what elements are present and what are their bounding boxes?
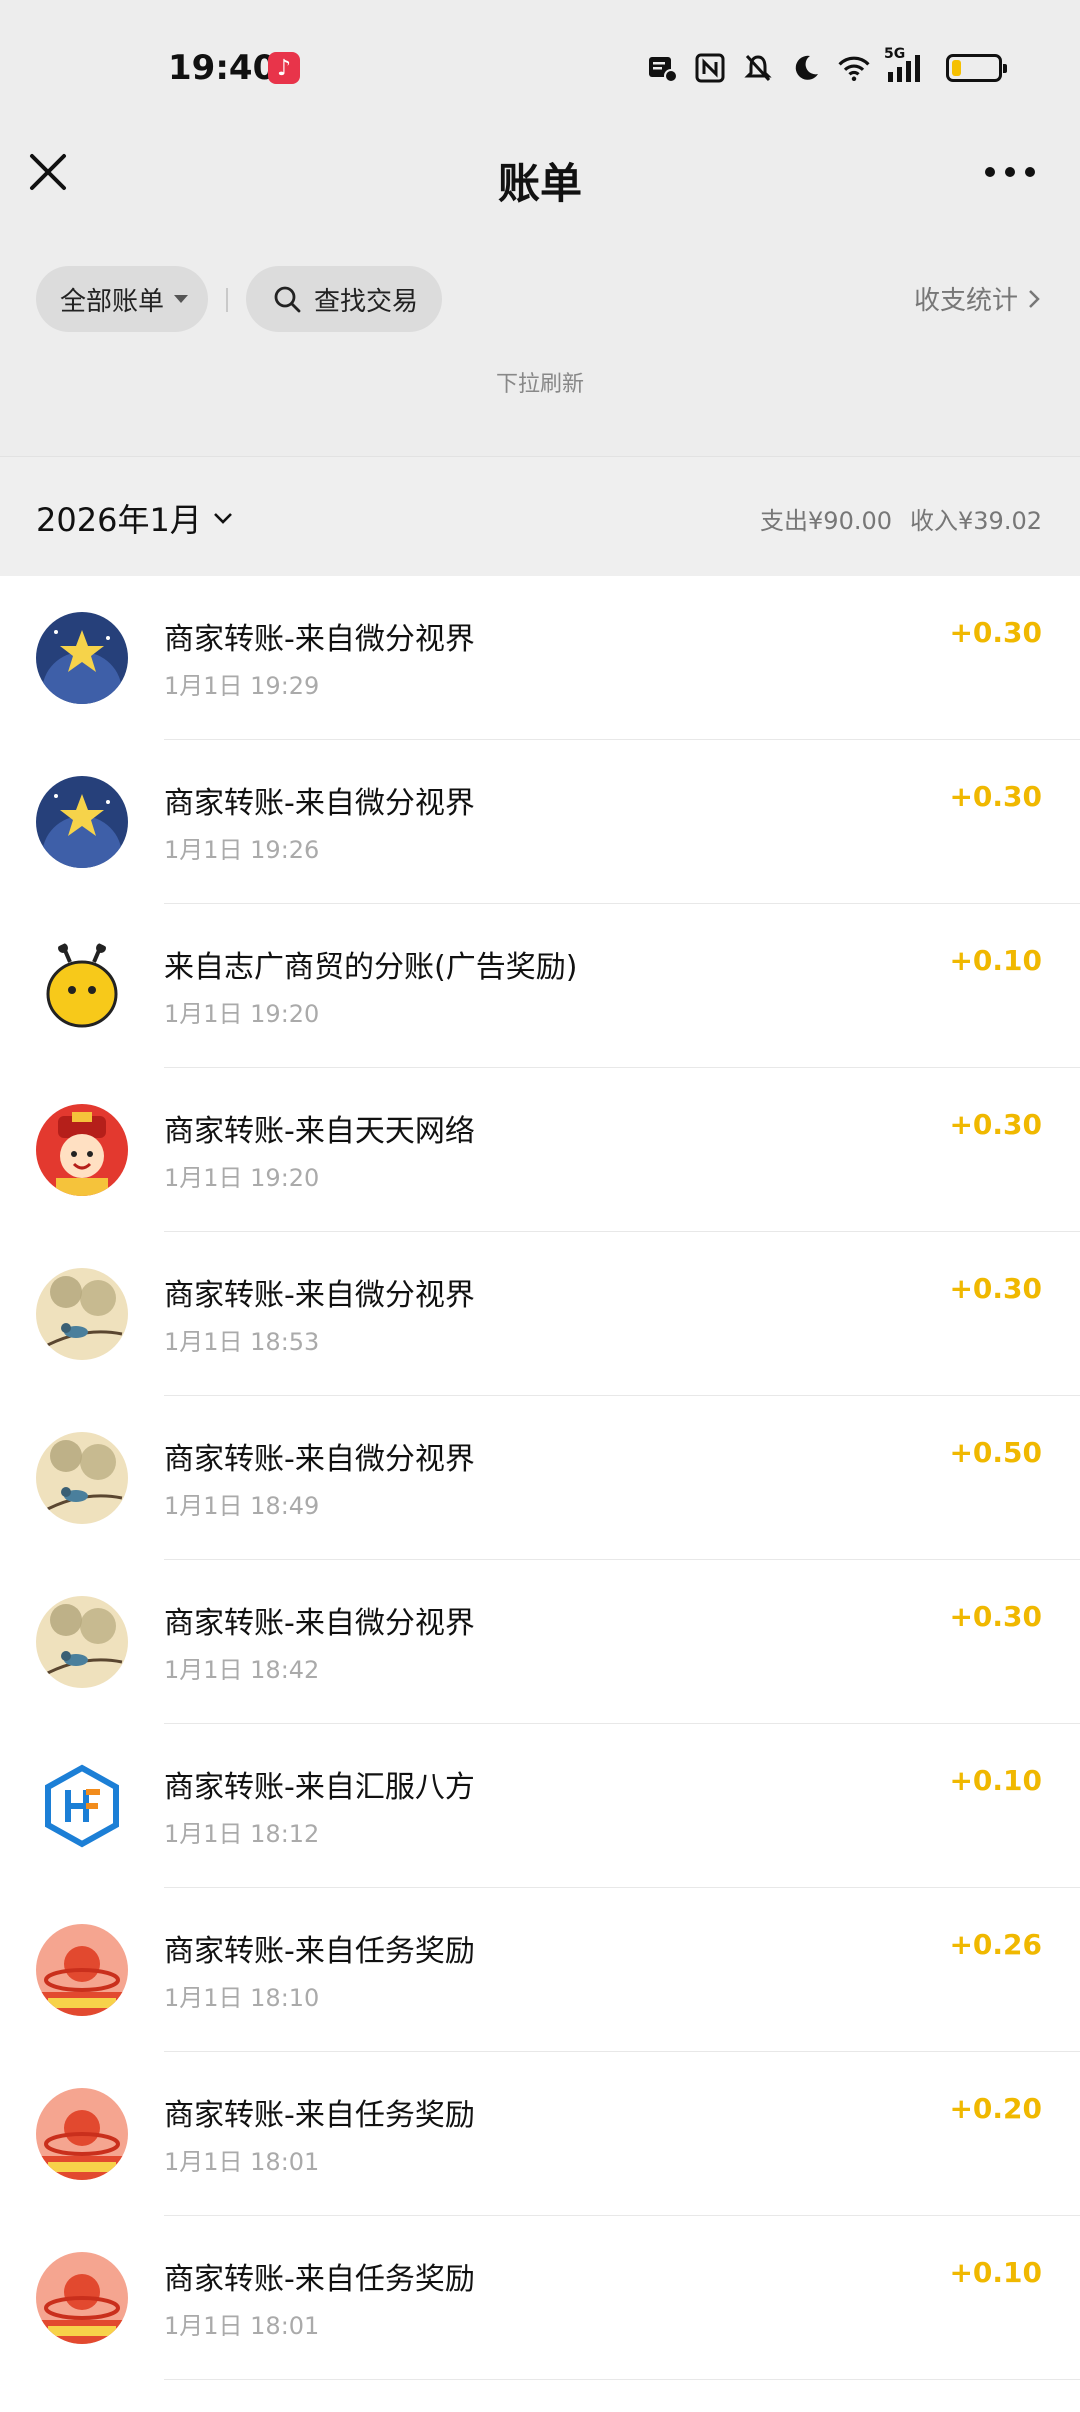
pull-to-refresh-hint: 下拉刷新 [495,372,584,397]
transaction-time: 1月1日 19:20 [164,1164,320,1192]
transaction-amount: +0.50 [949,1436,1042,1469]
bird-painting-avatar [36,1432,128,1524]
income-expense-stats-link[interactable]: 收支统计 [914,280,1042,317]
transaction-amount: +0.30 [949,1600,1042,1633]
transaction-time: 1月1日 18:42 [164,1656,320,1684]
caret-down-icon [174,295,189,303]
transaction-row[interactable]: 商家转账-来自天天网络 1月1日 19:20 +0.30 [0,1068,1080,1232]
reward-app-avatar [36,1924,128,2016]
transaction-list: 商家转账-来自微分视界 1月1日 19:29 +0.30 商家转账-来自微分视界… [0,576,1080,2412]
transaction-amount: +0.30 [949,1108,1042,1141]
music-app-icon: ♪ [268,52,300,84]
bird-painting-avatar [36,1596,128,1688]
transaction-title: 商家转账-来自汇服八方 [164,1770,475,1805]
transaction-time: 1月1日 19:20 [164,1000,320,1028]
search-icon [274,286,301,313]
transaction-title: 商家转账-来自微分视界 [164,786,475,821]
signal-icon: 5G [884,46,928,86]
mute-icon [740,50,776,86]
system-icons: 5G [644,46,1007,86]
transaction-row[interactable]: 商家转账-来自任务奖励 1月1日 18:10 +0.26 [0,1888,1080,2052]
month-bar: 2026年1月 支出¥90.00 收入¥39.02 [0,456,1080,576]
transaction-title: 商家转账-来自天天网络 [164,1114,475,1149]
transaction-title: 商家转账-来自微分视界 [164,1278,475,1313]
transaction-time: 1月1日 19:29 [164,672,320,700]
search-label: 查找交易 [314,286,419,317]
chevron-down-icon [213,513,232,524]
expense-total: 支出¥90.00 [760,507,893,535]
page-title: 账单 [497,159,582,208]
transaction-row[interactable]: 商家转账-来自微分视界 1月1日 18:49 +0.50 [0,1396,1080,1560]
status-bar: 19:40 ♪ 5G [0,0,1080,140]
transaction-title: 来自志广商贸的分账(广告奖励) [164,950,578,985]
moon-icon [788,50,824,86]
all-bills-filter[interactable]: 全部账单 [36,266,208,332]
transaction-amount: +0.10 [949,2256,1042,2289]
bee-avatar [36,940,128,1032]
month-selector[interactable]: 2026年1月 [36,495,234,541]
more-icon[interactable] [982,160,1038,184]
transaction-row[interactable]: 商家转账-来自微分视界 1月1日 19:26 +0.30 [0,740,1080,904]
transaction-time: 1月1日 18:12 [164,1820,320,1848]
month-label: 2026年1月 [36,501,202,539]
transaction-amount: +0.30 [949,616,1042,649]
transaction-time: 1月1日 18:53 [164,1328,320,1356]
transaction-amount: +0.10 [949,944,1042,977]
all-bills-label: 全部账单 [60,286,165,317]
transaction-title: 商家转账-来自任务奖励 [164,1934,475,1969]
transaction-amount: +0.26 [949,1928,1042,1961]
transaction-time: 1月1日 18:10 [164,1984,320,2012]
notification-icon [644,50,680,86]
starry-night-avatar [36,612,128,704]
filter-divider [226,288,228,312]
transaction-row[interactable]: 商家转账-来自任务奖励 1月1日 18:01 +0.20 [0,2052,1080,2216]
income-total: 收入¥39.02 [910,507,1042,535]
transaction-title: 商家转账-来自任务奖励 [164,2262,475,2297]
nfc-icon [692,50,728,86]
hf-logo-avatar [36,1760,128,1852]
month-summary: 支出¥90.00 收入¥39.02 [760,501,1042,536]
wifi-icon [836,50,872,86]
transaction-row[interactable]: 商家转账-来自微分视界 1月1日 18:53 +0.30 [0,1232,1080,1396]
transaction-time: 1月1日 18:01 [164,2312,320,2340]
transaction-row[interactable]: 来自志广商贸的分账(广告奖励) 1月1日 19:20 +0.10 [0,904,1080,1068]
search-transaction-button[interactable]: 查找交易 [246,266,442,332]
transaction-row[interactable]: 商家转账-来自任务奖励 1月1日 18:01 +0.10 [0,2216,1080,2380]
transaction-amount: +0.10 [949,1764,1042,1797]
battery-fill [952,60,961,76]
transaction-row[interactable]: 商家转账-来自微分视界 1月1日 19:29 +0.30 [0,576,1080,740]
bird-painting-avatar [36,1268,128,1360]
transaction-amount: +0.20 [949,2092,1042,2125]
transaction-row[interactable]: 商家转账-来自微分视界 1月1日 18:42 +0.30 [0,1560,1080,1724]
transaction-amount: +0.30 [949,1272,1042,1305]
transaction-row[interactable]: 商家转账-来自汇服八方 1月1日 18:12 +0.10 [0,1724,1080,1888]
transaction-amount: +0.30 [949,780,1042,813]
reward-app-avatar [36,2088,128,2180]
row-divider [164,2379,1080,2380]
battery-icon [946,54,1007,82]
transaction-time: 1月1日 18:49 [164,1492,320,1520]
network-type: 5G [884,46,906,62]
reward-app-avatar [36,2252,128,2344]
transaction-title: 商家转账-来自微分视界 [164,1606,475,1641]
transaction-title: 商家转账-来自任务奖励 [164,2098,475,2133]
transaction-title: 商家转账-来自微分视界 [164,1442,475,1477]
chevron-right-icon [1029,289,1040,308]
status-time: 19:40 [168,48,277,88]
stats-label: 收支统计 [913,286,1018,316]
transaction-time: 1月1日 19:26 [164,836,320,864]
transaction-time: 1月1日 18:01 [164,2148,320,2176]
cartoon-god-avatar [36,1104,128,1196]
transaction-title: 商家转账-来自微分视界 [164,622,475,657]
starry-night-avatar [36,776,128,868]
